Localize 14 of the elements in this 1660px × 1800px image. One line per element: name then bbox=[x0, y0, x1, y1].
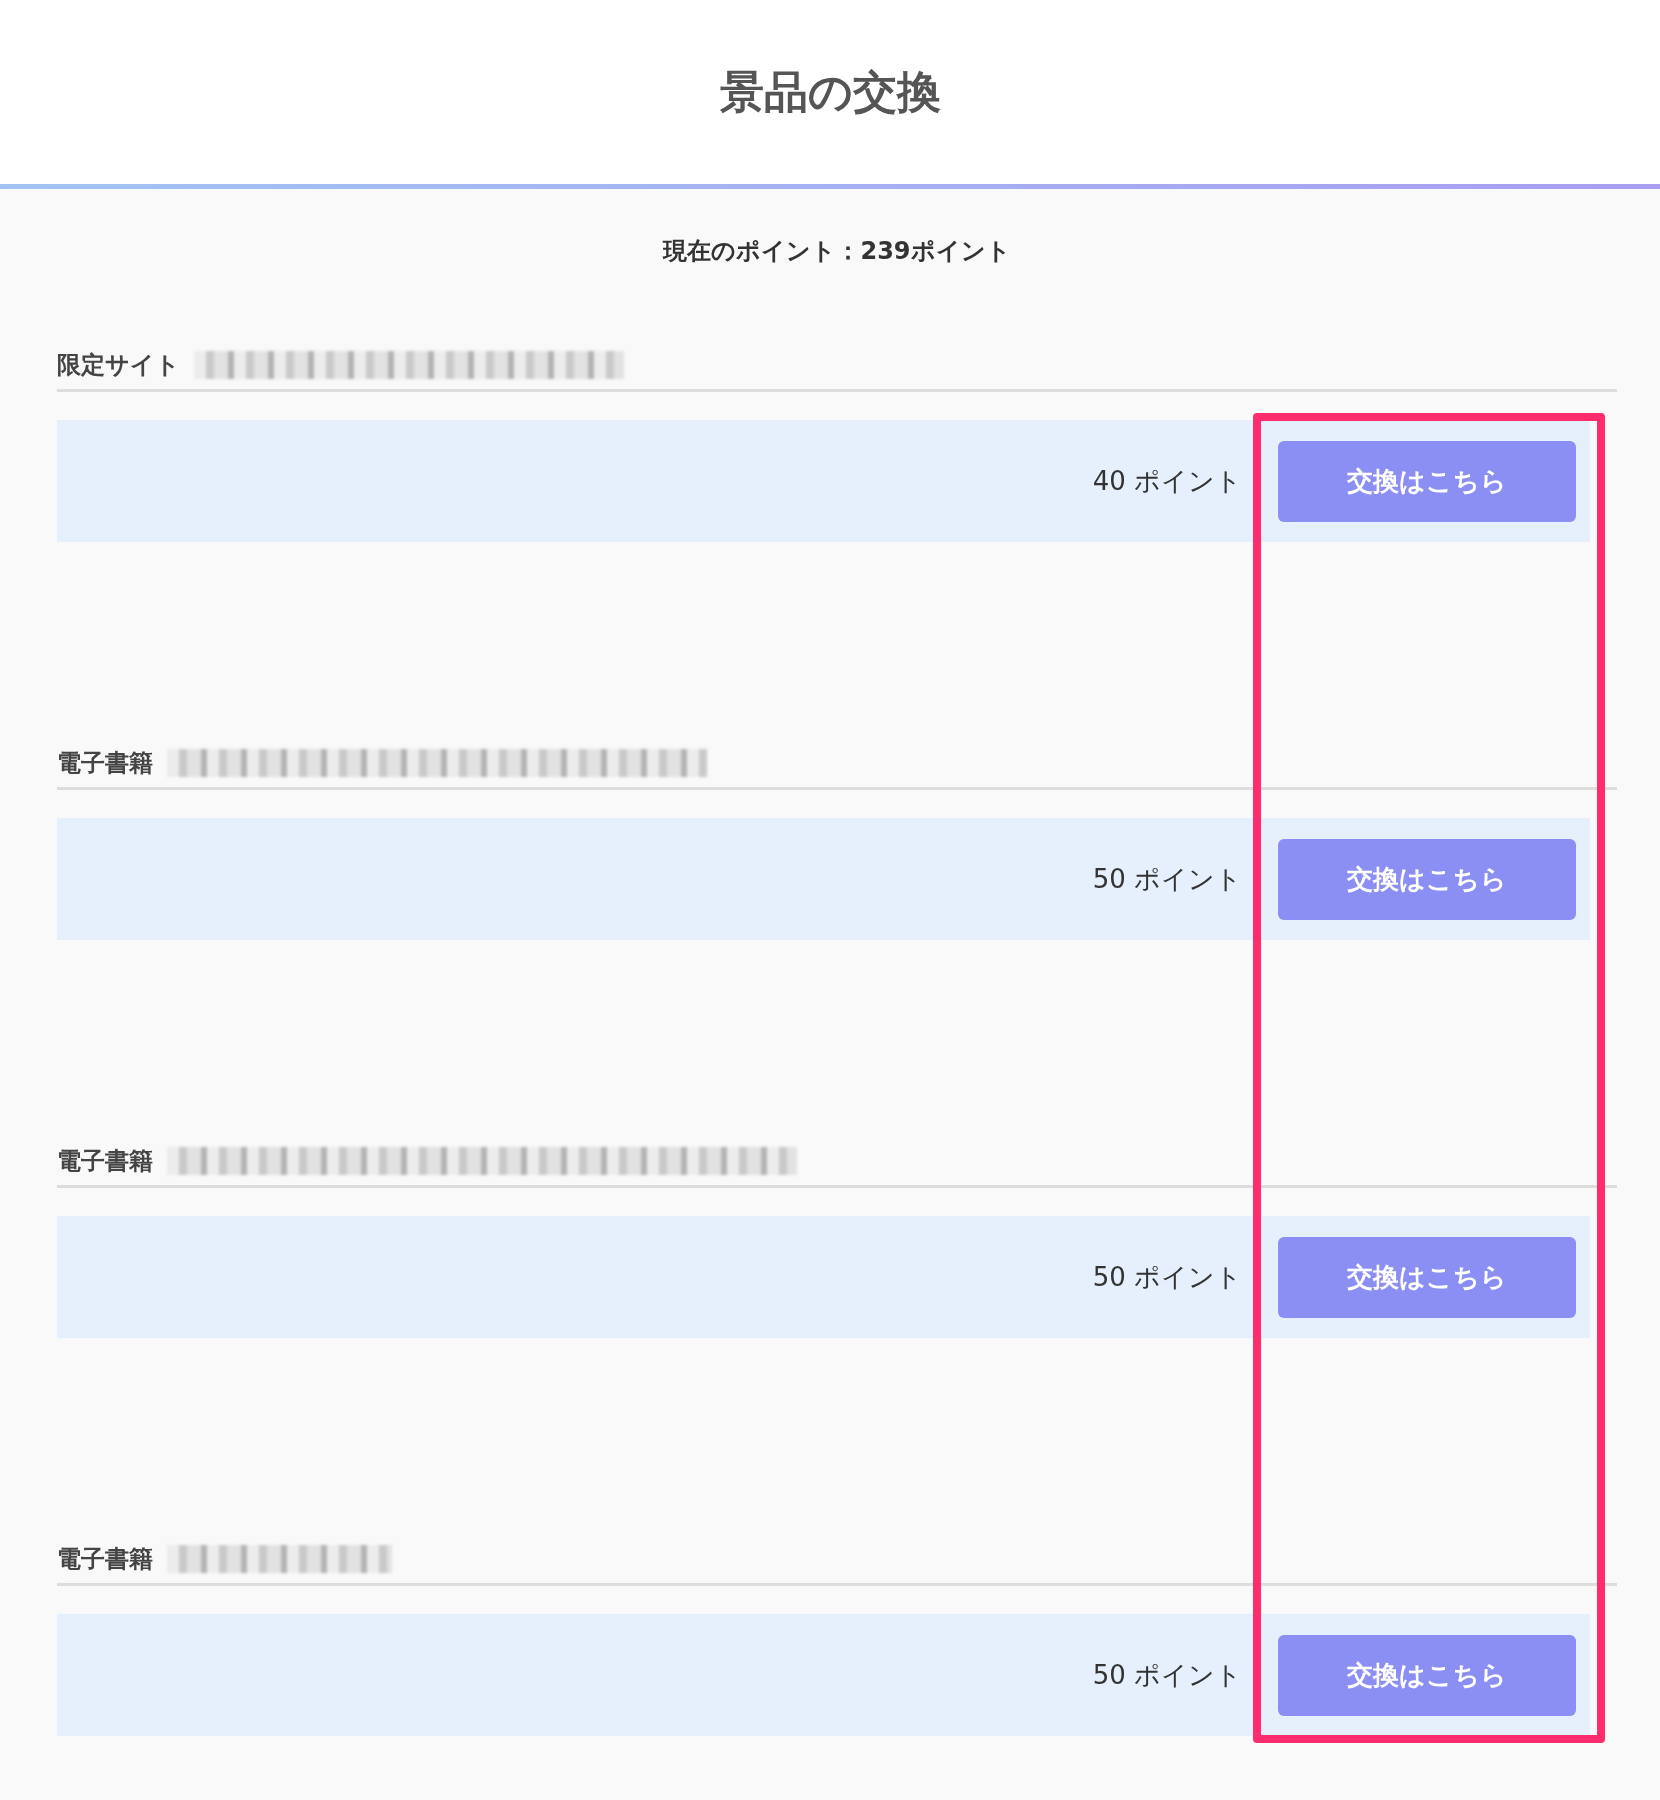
price-label: 50 ポイント bbox=[1092, 1260, 1242, 1294]
exchange-button[interactable]: 交換はこちら bbox=[1278, 440, 1576, 522]
price-label: 50 ポイント bbox=[1092, 1658, 1242, 1692]
price-label: 40 ポイント bbox=[1092, 464, 1242, 498]
category-label: 電子書籍 bbox=[57, 1146, 153, 1177]
exchange-button[interactable]: 交換はこちら bbox=[1278, 1634, 1576, 1716]
page-title: 景品の交換 bbox=[719, 64, 941, 119]
exchange-button[interactable]: 交換はこちら bbox=[1278, 838, 1576, 920]
category-label: 限定サイト bbox=[57, 350, 180, 381]
category-label: 電子書籍 bbox=[57, 1544, 153, 1575]
category-label: 電子書籍 bbox=[57, 748, 153, 779]
price-label: 50 ポイント bbox=[1092, 862, 1242, 896]
exchange-button[interactable]: 交換はこちら bbox=[1278, 1236, 1576, 1318]
points-summary: 現在のポイント：239ポイント bbox=[661, 236, 1012, 267]
